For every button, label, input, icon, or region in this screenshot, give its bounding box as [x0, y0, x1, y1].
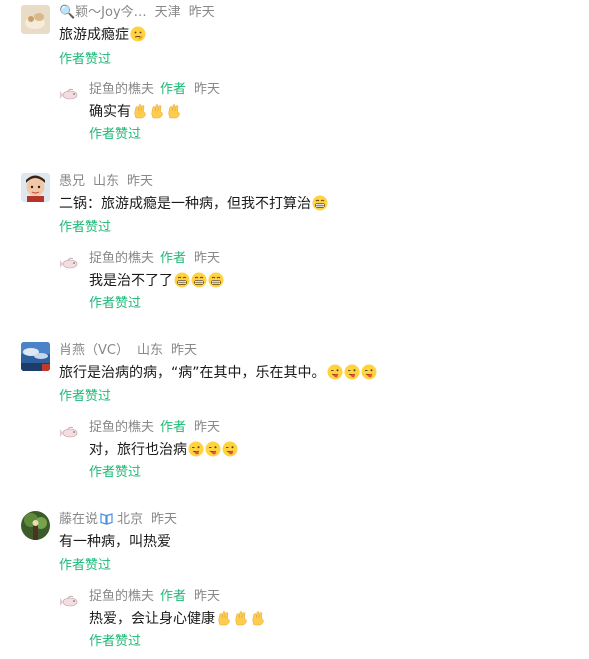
reply-text: 我是治不了了 [89, 271, 224, 291]
timestamp: 昨天 [188, 5, 215, 20]
reply-username[interactable]: 捉鱼的樵夫 [89, 420, 154, 435]
comment-meta: 🔍颖～Joy今… 天津 昨天 [59, 4, 223, 22]
comment-text: 旅行是治病的病，“病”在其中，乐在其中。 [59, 363, 377, 383]
thinking-emoji-icon [130, 26, 146, 42]
reply-timestamp: 昨天 [194, 420, 221, 435]
author-tag: 作者 [160, 589, 187, 604]
comment-text: 旅游成瘾症 [59, 25, 146, 45]
grin-emoji-icon [208, 272, 224, 288]
timestamp: 昨天 [127, 174, 154, 189]
comment-body: 旅游成瘾症 [59, 27, 129, 43]
tongue-wink-emoji-icon [222, 441, 238, 457]
grin-emoji-icon [191, 272, 207, 288]
reply-body: 我是治不了了 [89, 273, 173, 289]
reply-timestamp: 昨天 [194, 251, 221, 266]
reply-body: 热爱，会让身心健康 [89, 611, 215, 627]
reply-meta: 捉鱼的樵夫 作者 昨天 [89, 250, 226, 268]
comment-body: 有一种病，叫热爱 [59, 534, 171, 550]
grin-emoji-icon [312, 195, 328, 211]
comment-meta: 藤在说 北京 昨天 [59, 511, 185, 529]
tongue-wink-emoji-icon [205, 441, 221, 457]
author-tag: 作者 [160, 82, 187, 97]
reply-author-liked-badge: 作者赞过 [89, 127, 142, 142]
reply-timestamp: 昨天 [194, 589, 221, 604]
fish-avatar-icon[interactable] [60, 256, 80, 270]
location: 天津 [154, 5, 181, 20]
comment-meta: 肖燕（VC） 山东 昨天 [59, 342, 205, 360]
fish-avatar-icon[interactable] [60, 87, 80, 101]
comment-body: 旅行是治病的病，“病”在其中，乐在其中。 [59, 365, 326, 381]
comment-meta: 愚兄 山东 昨天 [59, 173, 161, 191]
comment-text: 有一种病，叫热爱 [59, 532, 171, 552]
location: 山东 [93, 174, 120, 189]
ok-hand-emoji-icon [233, 610, 249, 626]
ok-hand-emoji-icon [149, 103, 165, 119]
timestamp: 昨天 [151, 512, 178, 527]
ok-hand-emoji-icon [166, 103, 182, 119]
ok-hand-emoji-icon [132, 103, 148, 119]
author-liked-badge: 作者赞过 [59, 558, 112, 573]
reply-timestamp: 昨天 [194, 82, 221, 97]
reply-author-liked-badge: 作者赞过 [89, 296, 142, 311]
username[interactable]: 🔍颖～Joy今… [59, 5, 147, 20]
tongue-wink-emoji-icon [327, 364, 343, 380]
reply-text: 确实有 [89, 102, 182, 122]
grin-emoji-icon [174, 272, 190, 288]
location: 山东 [136, 343, 163, 358]
reply-author-liked-badge: 作者赞过 [89, 465, 142, 480]
author-tag: 作者 [160, 420, 187, 435]
author-tag: 作者 [160, 251, 187, 266]
reply-username[interactable]: 捉鱼的樵夫 [89, 589, 154, 604]
avatar[interactable] [21, 342, 50, 371]
username[interactable]: 藤在说 [59, 512, 98, 527]
ok-hand-emoji-icon [250, 610, 266, 626]
username[interactable]: 愚兄 [59, 174, 85, 189]
author-liked-badge: 作者赞过 [59, 220, 112, 235]
ok-hand-emoji-icon [216, 610, 232, 626]
timestamp: 昨天 [171, 343, 198, 358]
author-liked-badge: 作者赞过 [59, 52, 112, 67]
verified-book-icon [100, 513, 113, 525]
reply-meta: 捉鱼的樵夫 作者 昨天 [89, 81, 226, 99]
reply-author-liked-badge: 作者赞过 [89, 634, 142, 649]
avatar[interactable] [21, 5, 50, 34]
location: 北京 [117, 512, 144, 527]
reply-text: 热爱，会让身心健康 [89, 609, 266, 629]
fish-avatar-icon[interactable] [60, 594, 80, 608]
comment-body: 二锅：旅游成瘾是一种病，但我不打算治 [59, 196, 311, 212]
tongue-wink-emoji-icon [344, 364, 360, 380]
avatar[interactable] [21, 511, 50, 540]
tongue-wink-emoji-icon [188, 441, 204, 457]
fish-avatar-icon[interactable] [60, 425, 80, 439]
reply-username[interactable]: 捉鱼的樵夫 [89, 251, 154, 266]
username[interactable]: 肖燕（VC） [59, 343, 129, 358]
reply-body: 确实有 [89, 104, 131, 120]
author-liked-badge: 作者赞过 [59, 389, 112, 404]
reply-body: 对，旅行也治病 [89, 442, 187, 458]
avatar[interactable] [21, 173, 50, 202]
tongue-wink-emoji-icon [361, 364, 377, 380]
reply-meta: 捉鱼的樵夫 作者 昨天 [89, 419, 226, 437]
reply-text: 对，旅行也治病 [89, 440, 238, 460]
reply-username[interactable]: 捉鱼的樵夫 [89, 82, 154, 97]
reply-meta: 捉鱼的樵夫 作者 昨天 [89, 588, 226, 606]
comment-text: 二锅：旅游成瘾是一种病，但我不打算治 [59, 194, 328, 214]
